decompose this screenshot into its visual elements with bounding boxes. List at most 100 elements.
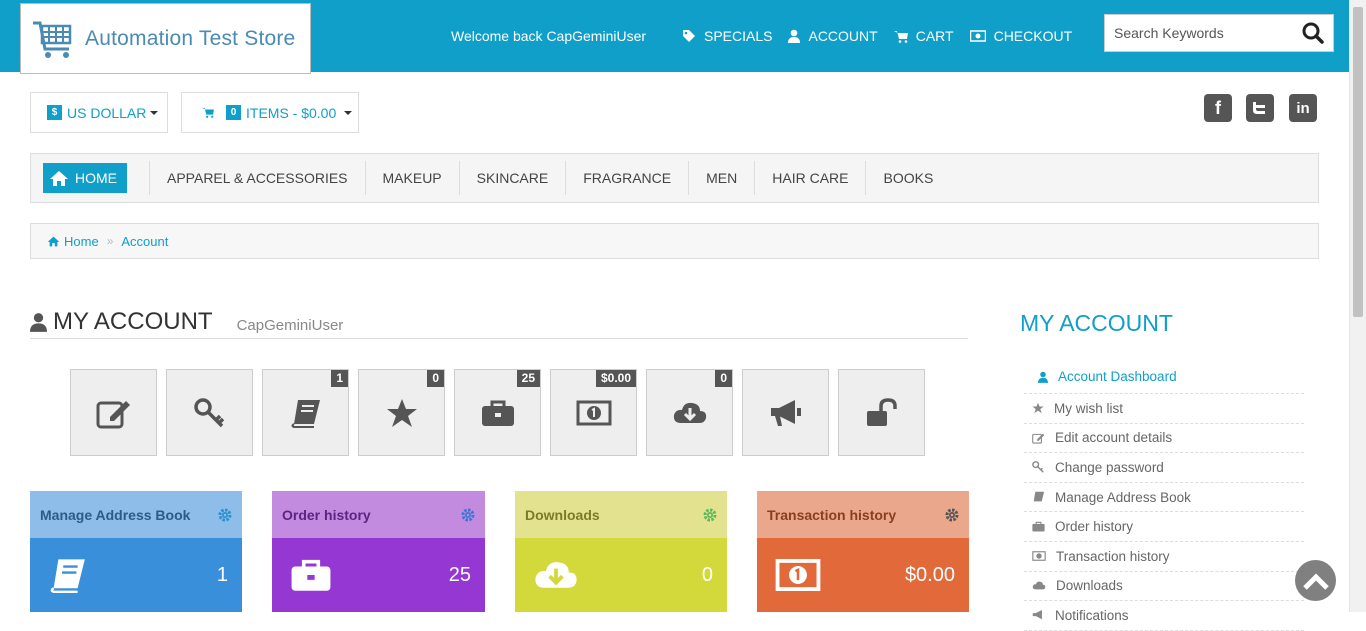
change-password-tile[interactable] bbox=[166, 369, 253, 456]
twitter-icon[interactable] bbox=[1246, 94, 1274, 122]
nav-books[interactable]: BOOKS bbox=[865, 161, 950, 195]
card-header: Order history bbox=[272, 491, 485, 538]
sidebar-item-address-book[interactable]: Manage Address Book bbox=[1024, 483, 1304, 513]
card-value: $0.00 bbox=[904, 563, 955, 586]
wishlist-tile[interactable]: 0 bbox=[358, 369, 445, 456]
nav-home[interactable]: HOME bbox=[43, 163, 127, 193]
sidebar-item-transaction-history[interactable]: Transaction history bbox=[1024, 542, 1304, 572]
sidebar-item-wishlist[interactable]: My wish list bbox=[1024, 394, 1304, 424]
edit-account-tile[interactable] bbox=[70, 369, 157, 456]
nav-men[interactable]: MEN bbox=[688, 161, 754, 195]
sidebar-item-label: Transaction history bbox=[1056, 548, 1170, 564]
money-icon bbox=[576, 400, 611, 425]
sidebar-item-label: Change password bbox=[1055, 459, 1164, 475]
search-input[interactable] bbox=[1105, 25, 1293, 41]
transactions-amount: $0.00 bbox=[595, 370, 636, 387]
card-manage-address-book[interactable]: Manage Address Book 1 bbox=[30, 491, 242, 612]
card-order-history[interactable]: Order history 25 bbox=[272, 491, 485, 612]
sidebar-item-edit-account[interactable]: Edit account details bbox=[1024, 424, 1304, 454]
account-shortcut-tiles: 1 0 25 $0.00 0 bbox=[70, 369, 925, 456]
card-body: 0 bbox=[515, 538, 727, 612]
user-icon bbox=[1038, 371, 1048, 383]
sidebar-item-account-dashboard[interactable]: Account Dashboard bbox=[1024, 360, 1304, 394]
address-book-tile[interactable]: 1 bbox=[262, 369, 349, 456]
sidebar-item-order-history[interactable]: Order history bbox=[1024, 512, 1304, 542]
main-nav: HOME APPAREL & ACCESSORIES MAKEUP SKINCA… bbox=[30, 153, 1319, 203]
bullhorn-icon bbox=[1032, 610, 1042, 620]
cart-icon bbox=[202, 107, 214, 118]
chevron-up-icon bbox=[1302, 572, 1329, 590]
order-history-tile[interactable]: 25 bbox=[454, 369, 541, 456]
sidebar-item-downloads[interactable]: Downloads bbox=[1024, 572, 1304, 602]
home-icon bbox=[50, 170, 68, 186]
sidebar-item-label: Edit account details bbox=[1055, 430, 1173, 446]
nav-hair-care[interactable]: HAIR CARE bbox=[754, 161, 865, 195]
back-to-top-button[interactable] bbox=[1295, 560, 1336, 601]
tag-icon bbox=[683, 30, 695, 42]
gear-icon[interactable] bbox=[461, 508, 475, 522]
cloud-download-icon bbox=[673, 402, 706, 423]
book-icon bbox=[1033, 491, 1045, 502]
mini-cart[interactable]: 0 ITEMS - $0.00 bbox=[181, 92, 359, 133]
facebook-icon[interactable]: f bbox=[1204, 94, 1232, 122]
nav-home-label: HOME bbox=[75, 170, 117, 186]
card-downloads[interactable]: Downloads 0 bbox=[515, 491, 727, 612]
store-logo[interactable]: Automation Test Store bbox=[20, 3, 311, 74]
nav-specials[interactable]: SPECIALS bbox=[682, 28, 772, 44]
sidebar-item-notifications[interactable]: Notifications bbox=[1024, 601, 1304, 631]
downloads-count: 0 bbox=[715, 370, 732, 387]
scrollbar-thumb[interactable] bbox=[1353, 7, 1363, 317]
sidebar-item-change-password[interactable]: Change password bbox=[1024, 453, 1304, 483]
nav-skincare[interactable]: SKINCARE bbox=[458, 161, 566, 195]
top-header: Automation Test Store Welcome back CapGe… bbox=[0, 0, 1349, 74]
cart-logo-icon bbox=[33, 21, 72, 58]
nav-cart[interactable]: CART bbox=[893, 28, 954, 44]
breadcrumb-home[interactable]: Home bbox=[64, 234, 99, 249]
nav-apparel-accessories[interactable]: APPAREL & ACCESSORIES bbox=[149, 161, 365, 195]
nav-checkout-label: CHECKOUT bbox=[993, 28, 1073, 44]
money-icon bbox=[775, 559, 821, 591]
breadcrumb-separator-icon: » bbox=[106, 234, 114, 248]
search-button[interactable] bbox=[1293, 15, 1333, 51]
logout-tile[interactable] bbox=[838, 369, 925, 456]
sidebar-item-label: Account Dashboard bbox=[1058, 369, 1177, 384]
currency-selector[interactable]: $ US DOLLAR bbox=[30, 92, 168, 133]
sidebar-item-label: Downloads bbox=[1056, 578, 1123, 594]
key-icon bbox=[1032, 461, 1044, 474]
nav-makeup[interactable]: MAKEUP bbox=[364, 161, 459, 195]
bullhorn-icon bbox=[770, 399, 801, 426]
star-icon bbox=[1032, 403, 1044, 414]
nav-checkout[interactable]: CHECKOUT bbox=[969, 28, 1073, 44]
gear-icon[interactable] bbox=[703, 508, 717, 522]
chevron-down-icon bbox=[150, 110, 159, 115]
card-value: 1 bbox=[216, 563, 228, 586]
gear-icon[interactable] bbox=[945, 508, 959, 522]
nav-fragrance[interactable]: FRAGRANCE bbox=[565, 161, 688, 195]
page-title: MY ACCOUNT bbox=[53, 308, 213, 335]
welcome-message[interactable]: Welcome back CapGeminiUser bbox=[451, 28, 646, 44]
nav-account[interactable]: ACCOUNT bbox=[788, 28, 878, 44]
star-icon bbox=[386, 398, 417, 427]
card-body: $0.00 bbox=[757, 538, 969, 612]
card-transaction-history[interactable]: Transaction history $0.00 bbox=[757, 491, 969, 612]
logo-text: Automation Test Store bbox=[85, 26, 296, 50]
breadcrumb-account[interactable]: Account bbox=[121, 234, 168, 249]
book-icon bbox=[50, 559, 85, 593]
key-icon bbox=[193, 397, 224, 427]
money-icon bbox=[969, 30, 986, 42]
transactions-tile[interactable]: $0.00 bbox=[550, 369, 637, 456]
cart-icon bbox=[893, 30, 908, 43]
page-scrollbar[interactable] bbox=[1349, 0, 1366, 612]
search-icon bbox=[1302, 22, 1324, 44]
card-value: 25 bbox=[448, 563, 471, 586]
linkedin-icon[interactable]: in bbox=[1289, 94, 1317, 122]
home-icon bbox=[47, 236, 60, 246]
downloads-tile[interactable]: 0 bbox=[646, 369, 733, 456]
currency-label: US DOLLAR bbox=[67, 104, 147, 121]
nav-account-label: ACCOUNT bbox=[808, 28, 878, 44]
page-heading: MY ACCOUNT CapGeminiUser bbox=[30, 306, 968, 339]
notifications-tile[interactable] bbox=[742, 369, 829, 456]
book-icon bbox=[291, 399, 320, 428]
currency-symbol: $ bbox=[47, 105, 62, 120]
gear-icon[interactable] bbox=[218, 508, 232, 522]
